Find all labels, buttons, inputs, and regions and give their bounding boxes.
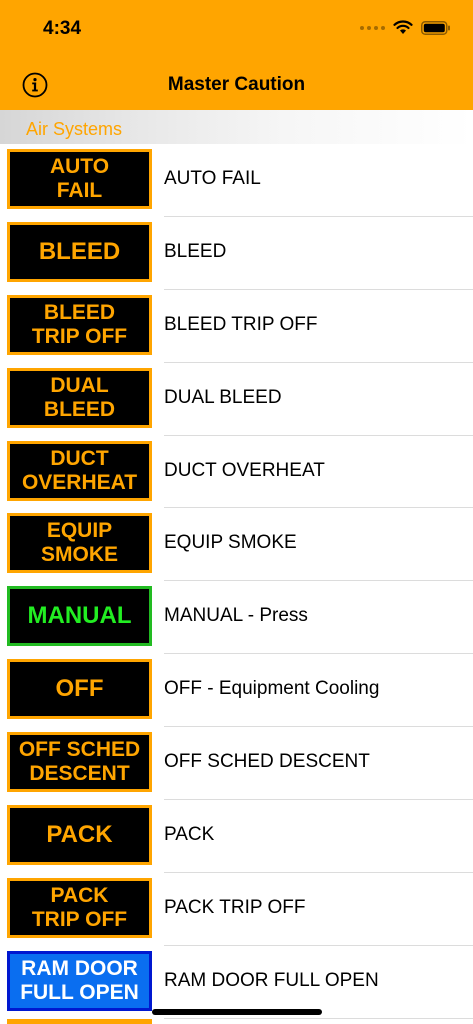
wifi-icon [393, 20, 413, 34]
annunciator-badge: MANUAL [7, 586, 152, 647]
annunciator-badge: RAM DOOR FULL OPEN [7, 950, 152, 1011]
page-title: Master Caution [167, 74, 306, 95]
caution-list: AUTO FAIL AUTO FAIL BLEED BLEED BLEED TRIP O… [0, 144, 473, 1019]
list-item[interactable]: PACK PACK [0, 800, 473, 873]
list-item[interactable]: OFF OFF - Equipment Cooling [0, 654, 473, 728]
list-item[interactable]: RAM DOOR FULL OPEN RAM DOOR FULL OPEN [0, 946, 473, 1019]
caution-label: EQUIP SMOKE [164, 532, 297, 554]
caution-label: DUAL BLEED [164, 386, 282, 408]
home-indicator[interactable] [152, 1009, 322, 1015]
caution-label: BLEED [164, 240, 227, 262]
caution-label: PACK [164, 824, 215, 846]
list-item[interactable]: MANUAL MANUAL - Press [0, 581, 473, 655]
signal-icon [360, 25, 385, 30]
battery-icon [421, 20, 450, 35]
annunciator-badge: DUCT OVERHEAT [7, 440, 152, 501]
annunciator-badge: DUAL BLEED [7, 367, 152, 428]
annunciator-badge: BLEED TRIP OFF [7, 294, 152, 355]
list-item[interactable]: BLEED BLEED [0, 217, 473, 290]
annunciator-badge: EQUIP SMOKE [7, 513, 152, 574]
caution-label: OFF SCHED DESCENT [164, 751, 370, 773]
caution-label: AUTO FAIL [164, 168, 261, 189]
caution-label: OFF - Equipment Cooling [164, 678, 380, 700]
annunciator-badge: BLEED [7, 221, 152, 282]
list-item[interactable]: DUCT OVERHEAT DUCT OVERHEAT [0, 436, 473, 509]
caution-label: RAM DOOR FULL OPEN [164, 969, 379, 991]
caution-label: BLEED TRIP OFF [164, 313, 318, 335]
annunciator-badge: OFF SCHED DESCENT [7, 732, 152, 793]
row-separator [164, 1017, 473, 1019]
annunciator-badge: PACK TRIP OFF [7, 877, 152, 938]
caution-label: PACK TRIP OFF [164, 896, 306, 918]
list-item[interactable]: EQUIP SMOKE EQUIP SMOKE [0, 508, 473, 582]
annunciator-badge: PACK [7, 805, 152, 866]
annunciator-badge: OFF [7, 659, 152, 720]
list-item[interactable]: DUAL BLEED DUAL BLEED [0, 363, 473, 436]
list-item[interactable]: BLEED TRIP OFF BLEED TRIP OFF [0, 290, 473, 363]
caution-label: MANUAL - Press [164, 605, 308, 627]
status-bar: 4:34 [0, 0, 473, 60]
list-item[interactable]: AUTO FAIL AUTO FAIL [0, 144, 473, 217]
next-annunciator-partial [7, 1019, 152, 1024]
section-header: Air Systems [0, 110, 473, 144]
status-time: 4:34 [43, 18, 82, 39]
list-item[interactable]: OFF SCHED DESCENT OFF SCHED DESCENT [0, 727, 473, 801]
status-icons [360, 20, 451, 35]
caution-label: DUCT OVERHEAT [164, 459, 325, 481]
list-item[interactable]: PACK TRIP OFF PACK TRIP OFF [0, 873, 473, 946]
section-title: Air Systems [26, 119, 123, 139]
nav-bar: Master Caution [0, 60, 473, 110]
annunciator-badge: AUTO FAIL [7, 149, 152, 209]
